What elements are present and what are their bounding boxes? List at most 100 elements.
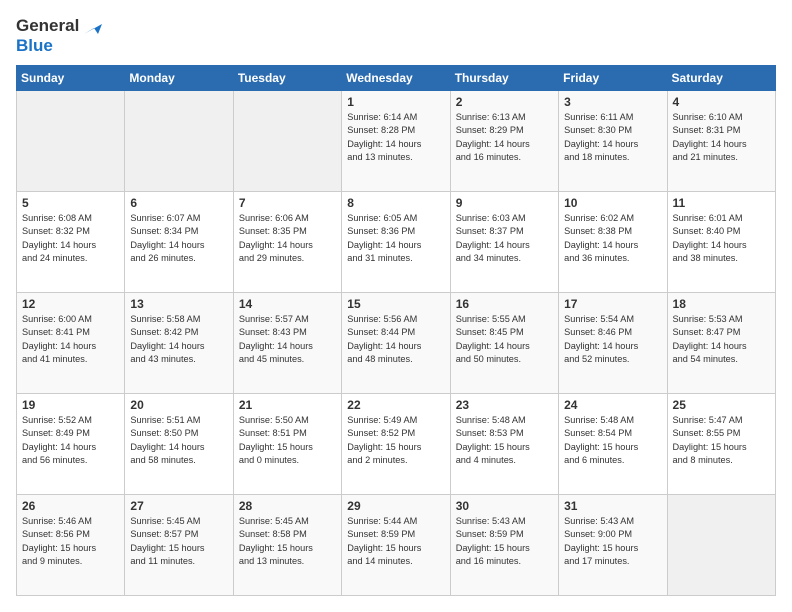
day-number-12: 12 [22, 297, 119, 311]
weekday-header-sunday: Sunday [17, 66, 125, 91]
day-number-6: 6 [130, 196, 227, 210]
day-number-9: 9 [456, 196, 553, 210]
calendar-cell-w1-d0 [17, 91, 125, 192]
day-info-18: Sunrise: 5:53 AM Sunset: 8:47 PM Dayligh… [673, 313, 770, 366]
calendar-cell-w3-d1: 13Sunrise: 5:58 AM Sunset: 8:42 PM Dayli… [125, 293, 233, 394]
calendar-cell-w1-d6: 4Sunrise: 6:10 AM Sunset: 8:31 PM Daylig… [667, 91, 775, 192]
day-info-8: Sunrise: 6:05 AM Sunset: 8:36 PM Dayligh… [347, 212, 444, 265]
day-number-2: 2 [456, 95, 553, 109]
day-number-22: 22 [347, 398, 444, 412]
day-info-21: Sunrise: 5:50 AM Sunset: 8:51 PM Dayligh… [239, 414, 336, 467]
day-number-27: 27 [130, 499, 227, 513]
day-info-28: Sunrise: 5:45 AM Sunset: 8:58 PM Dayligh… [239, 515, 336, 568]
day-info-31: Sunrise: 5:43 AM Sunset: 9:00 PM Dayligh… [564, 515, 661, 568]
calendar-cell-w3-d5: 17Sunrise: 5:54 AM Sunset: 8:46 PM Dayli… [559, 293, 667, 394]
day-info-22: Sunrise: 5:49 AM Sunset: 8:52 PM Dayligh… [347, 414, 444, 467]
day-info-10: Sunrise: 6:02 AM Sunset: 8:38 PM Dayligh… [564, 212, 661, 265]
calendar-cell-w4-d0: 19 Sunrise: 5:52 AM Sunset: 8:49 PM Dayli… [17, 394, 125, 495]
calendar-cell-w5-d0: 26Sunrise: 5:46 AM Sunset: 8:56 PM Dayli… [17, 494, 125, 595]
calendar-cell-w2-d5: 10 Sunrise: 6:02 AM Sunset: 8:38 PM Dayli… [559, 192, 667, 293]
header: General Blue [16, 16, 776, 55]
calendar-week-2: 5 Sunrise: 6:08 AM Sunset: 8:32 PM Daylig… [17, 192, 776, 293]
day-info-11: Sunrise: 6:01 AM Sunset: 8:40 PM Dayligh… [673, 212, 770, 265]
day-number-4: 4 [673, 95, 770, 109]
day-info-1: Sunrise: 6:14 AM Sunset: 8:28 PM Dayligh… [347, 111, 444, 164]
calendar-cell-w4-d1: 20 Sunrise: 5:51 AM Sunset: 8:50 PM Dayli… [125, 394, 233, 495]
day-info-7: Sunrise: 6:06 AM Sunset: 8:35 PM Dayligh… [239, 212, 336, 265]
day-number-18: 18 [673, 297, 770, 311]
day-number-1: 1 [347, 95, 444, 109]
day-number-19: 19 [22, 398, 119, 412]
day-info-20: Sunrise: 5:51 AM Sunset: 8:50 PM Dayligh… [130, 414, 227, 467]
day-number-23: 23 [456, 398, 553, 412]
calendar-cell-w3-d2: 14 Sunrise: 5:57 AM Sunset: 8:43 PM Dayli… [233, 293, 341, 394]
day-info-30: Sunrise: 5:43 AM Sunset: 8:59 PM Dayligh… [456, 515, 553, 568]
calendar-cell-w5-d5: 31Sunrise: 5:43 AM Sunset: 9:00 PM Dayli… [559, 494, 667, 595]
calendar-cell-w5-d3: 29 Sunrise: 5:44 AM Sunset: 8:59 PM Dayli… [342, 494, 450, 595]
calendar-cell-w1-d5: 3Sunrise: 6:11 AM Sunset: 8:30 PM Daylig… [559, 91, 667, 192]
day-number-8: 8 [347, 196, 444, 210]
calendar-cell-w5-d1: 27 Sunrise: 5:45 AM Sunset: 8:57 PM Dayli… [125, 494, 233, 595]
calendar-cell-w4-d5: 24 Sunrise: 5:48 AM Sunset: 8:54 PM Dayli… [559, 394, 667, 495]
day-number-29: 29 [347, 499, 444, 513]
page: General Blue SundayMondayTuesdayWednesda… [0, 0, 792, 612]
calendar-table: SundayMondayTuesdayWednesdayThursdayFrid… [16, 65, 776, 596]
day-info-14: Sunrise: 5:57 AM Sunset: 8:43 PM Dayligh… [239, 313, 336, 366]
calendar-cell-w5-d6 [667, 494, 775, 595]
day-number-7: 7 [239, 196, 336, 210]
day-info-15: Sunrise: 5:56 AM Sunset: 8:44 PM Dayligh… [347, 313, 444, 366]
day-info-5: Sunrise: 6:08 AM Sunset: 8:32 PM Dayligh… [22, 212, 119, 265]
weekday-header-saturday: Saturday [667, 66, 775, 91]
weekday-header-thursday: Thursday [450, 66, 558, 91]
calendar-cell-w3-d6: 18 Sunrise: 5:53 AM Sunset: 8:47 PM Dayli… [667, 293, 775, 394]
day-info-17: Sunrise: 5:54 AM Sunset: 8:46 PM Dayligh… [564, 313, 661, 366]
day-info-25: Sunrise: 5:47 AM Sunset: 8:55 PM Dayligh… [673, 414, 770, 467]
calendar-cell-w2-d0: 5 Sunrise: 6:08 AM Sunset: 8:32 PM Daylig… [17, 192, 125, 293]
calendar-cell-w2-d4: 9 Sunrise: 6:03 AM Sunset: 8:37 PM Daylig… [450, 192, 558, 293]
calendar-week-3: 12Sunrise: 6:00 AM Sunset: 8:41 PM Dayli… [17, 293, 776, 394]
day-info-29: Sunrise: 5:44 AM Sunset: 8:59 PM Dayligh… [347, 515, 444, 568]
calendar-cell-w1-d3: 1 Sunrise: 6:14 AM Sunset: 8:28 PM Daylig… [342, 91, 450, 192]
calendar-cell-w5-d2: 28 Sunrise: 5:45 AM Sunset: 8:58 PM Dayli… [233, 494, 341, 595]
logo-general: General [16, 16, 102, 36]
day-number-21: 21 [239, 398, 336, 412]
calendar-cell-w1-d4: 2 Sunrise: 6:13 AM Sunset: 8:29 PM Daylig… [450, 91, 558, 192]
weekday-header-tuesday: Tuesday [233, 66, 341, 91]
day-info-27: Sunrise: 5:45 AM Sunset: 8:57 PM Dayligh… [130, 515, 227, 568]
day-number-5: 5 [22, 196, 119, 210]
day-number-10: 10 [564, 196, 661, 210]
day-info-24: Sunrise: 5:48 AM Sunset: 8:54 PM Dayligh… [564, 414, 661, 467]
day-number-24: 24 [564, 398, 661, 412]
day-number-16: 16 [456, 297, 553, 311]
weekday-header-row: SundayMondayTuesdayWednesdayThursdayFrid… [17, 66, 776, 91]
weekday-header-wednesday: Wednesday [342, 66, 450, 91]
calendar-cell-w2-d3: 8 Sunrise: 6:05 AM Sunset: 8:36 PM Daylig… [342, 192, 450, 293]
day-info-16: Sunrise: 5:55 AM Sunset: 8:45 PM Dayligh… [456, 313, 553, 366]
calendar-cell-w4-d2: 21 Sunrise: 5:50 AM Sunset: 8:51 PM Dayli… [233, 394, 341, 495]
calendar-cell-w4-d6: 25Sunrise: 5:47 AM Sunset: 8:55 PM Dayli… [667, 394, 775, 495]
day-number-14: 14 [239, 297, 336, 311]
day-number-11: 11 [673, 196, 770, 210]
calendar-cell-w2-d6: 11 Sunrise: 6:01 AM Sunset: 8:40 PM Dayli… [667, 192, 775, 293]
day-info-19: Sunrise: 5:52 AM Sunset: 8:49 PM Dayligh… [22, 414, 119, 467]
day-number-15: 15 [347, 297, 444, 311]
logo: General Blue [16, 16, 102, 55]
day-number-30: 30 [456, 499, 553, 513]
calendar-cell-w5-d4: 30 Sunrise: 5:43 AM Sunset: 8:59 PM Dayli… [450, 494, 558, 595]
calendar-cell-w3-d3: 15 Sunrise: 5:56 AM Sunset: 8:44 PM Dayli… [342, 293, 450, 394]
calendar-week-5: 26Sunrise: 5:46 AM Sunset: 8:56 PM Dayli… [17, 494, 776, 595]
day-info-3: Sunrise: 6:11 AM Sunset: 8:30 PM Dayligh… [564, 111, 661, 164]
day-number-20: 20 [130, 398, 227, 412]
day-info-9: Sunrise: 6:03 AM Sunset: 8:37 PM Dayligh… [456, 212, 553, 265]
logo-blue: Blue [16, 36, 53, 56]
day-info-13: Sunrise: 5:58 AM Sunset: 8:42 PM Dayligh… [130, 313, 227, 366]
calendar-cell-w4-d4: 23Sunrise: 5:48 AM Sunset: 8:53 PM Dayli… [450, 394, 558, 495]
day-info-2: Sunrise: 6:13 AM Sunset: 8:29 PM Dayligh… [456, 111, 553, 164]
calendar-cell-w1-d2 [233, 91, 341, 192]
weekday-header-monday: Monday [125, 66, 233, 91]
calendar-cell-w2-d2: 7 Sunrise: 6:06 AM Sunset: 8:35 PM Daylig… [233, 192, 341, 293]
day-info-26: Sunrise: 5:46 AM Sunset: 8:56 PM Dayligh… [22, 515, 119, 568]
calendar-body: 1 Sunrise: 6:14 AM Sunset: 8:28 PM Daylig… [17, 91, 776, 596]
day-info-6: Sunrise: 6:07 AM Sunset: 8:34 PM Dayligh… [130, 212, 227, 265]
day-number-28: 28 [239, 499, 336, 513]
